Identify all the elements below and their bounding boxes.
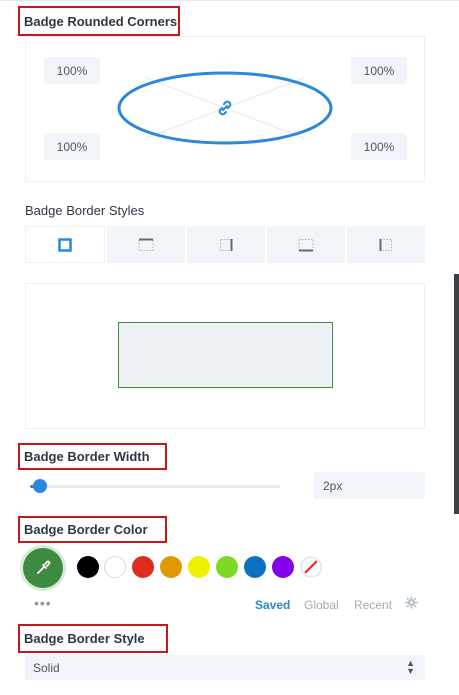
border-color-title: Badge Border Color	[18, 516, 167, 543]
top-side-icon	[138, 238, 154, 251]
palette-tab-recent[interactable]: Recent	[354, 598, 392, 612]
swatch-purple[interactable]	[272, 556, 294, 578]
corner-bottom-right-input[interactable]: 100%	[351, 133, 407, 160]
rounded-corners-title: Badge Rounded Corners	[18, 6, 180, 36]
eyedropper-icon	[37, 560, 51, 574]
border-side-tab-bottom[interactable]	[265, 226, 345, 263]
border-style-title: Badge Border Style	[18, 624, 168, 653]
palette-tab-saved[interactable]: Saved	[255, 598, 290, 612]
border-side-tab-top[interactable]	[105, 226, 185, 263]
link-corners-icon[interactable]	[216, 99, 234, 117]
all-sides-icon	[58, 237, 72, 252]
border-side-tabs	[25, 226, 425, 263]
corner-top-right-input[interactable]: 100%	[351, 57, 407, 84]
left-side-icon	[379, 238, 392, 251]
border-width-title: Badge Border Width	[18, 443, 167, 470]
swatch-blue[interactable]	[244, 556, 266, 578]
border-styles-title: Badge Border Styles	[25, 203, 145, 218]
rounded-corners-editor: 100% 100% 100% 100%	[25, 36, 425, 182]
swatch-black[interactable]	[77, 556, 99, 578]
border-preview	[25, 283, 425, 429]
border-side-tab-left[interactable]	[345, 226, 425, 263]
border-side-tab-right[interactable]	[185, 226, 265, 263]
border-style-select[interactable]: Solid ▲ ▼	[25, 655, 425, 680]
bottom-side-icon	[298, 238, 314, 251]
scrollbar[interactable]	[454, 274, 459, 514]
select-arrows-icon: ▲ ▼	[406, 658, 415, 676]
border-width-input[interactable]: 2px	[314, 472, 425, 499]
border-width-slider-track[interactable]	[30, 485, 280, 488]
swatch-orange[interactable]	[160, 556, 182, 578]
top-divider	[0, 0, 459, 1]
swatch-red[interactable]	[132, 556, 154, 578]
color-picker-button[interactable]	[23, 548, 63, 588]
gear-icon[interactable]	[405, 596, 418, 609]
swatch-white[interactable]	[104, 556, 126, 578]
border-width-slider-handle[interactable]	[33, 479, 47, 493]
corner-bottom-left-input[interactable]: 100%	[44, 133, 100, 160]
swatch-green[interactable]	[216, 556, 238, 578]
right-side-icon	[220, 238, 233, 251]
palette-tab-global[interactable]: Global	[304, 598, 339, 612]
corner-top-left-input[interactable]: 100%	[44, 57, 100, 84]
border-preview-rect	[118, 322, 333, 388]
border-side-tab-all[interactable]	[25, 226, 105, 263]
swatch-yellow[interactable]	[188, 556, 210, 578]
no-color-icon[interactable]	[300, 556, 322, 578]
more-colors-button[interactable]: •••	[34, 595, 52, 611]
